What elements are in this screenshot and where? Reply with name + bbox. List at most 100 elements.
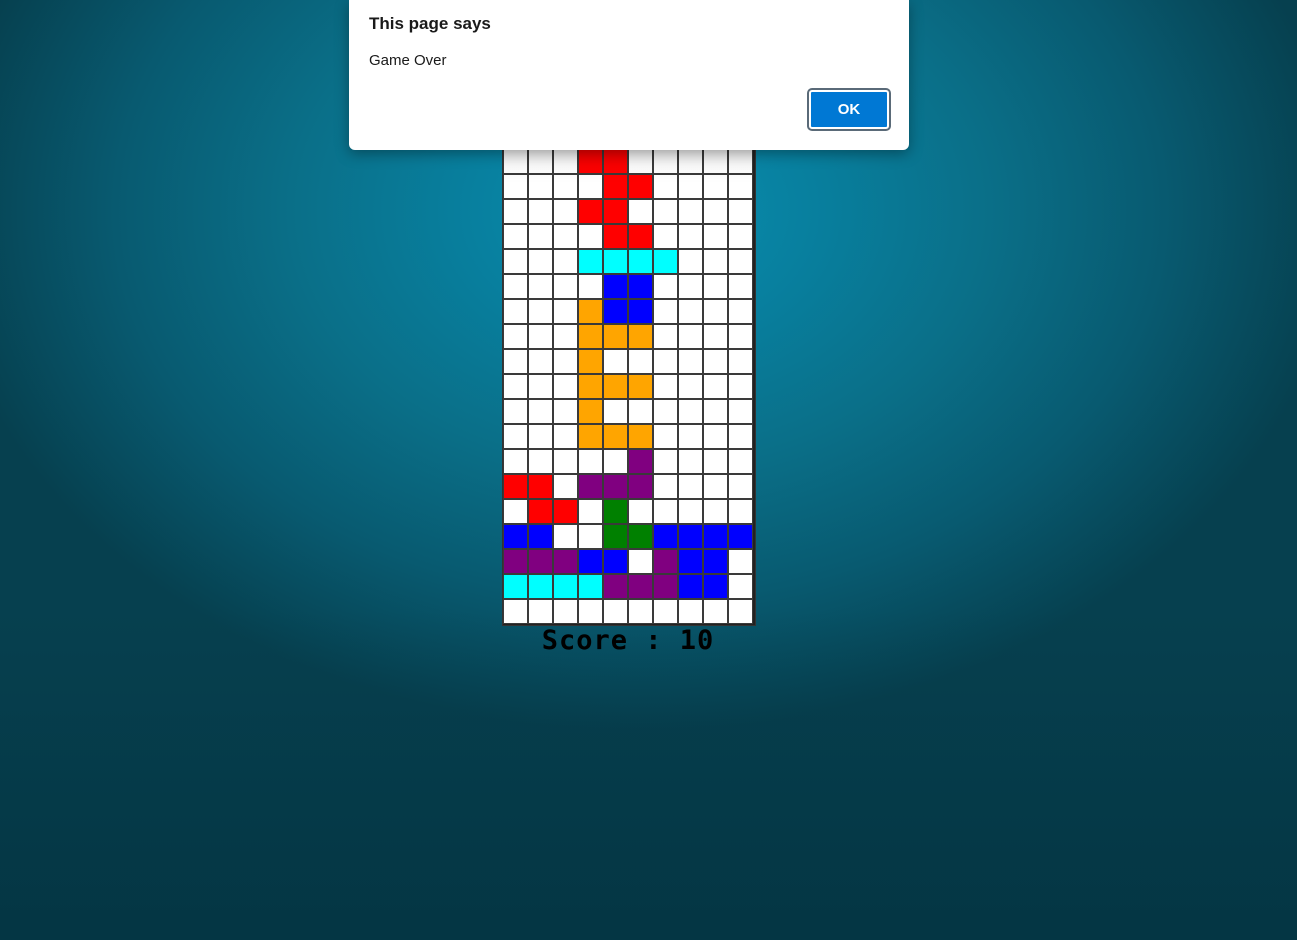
empty-cell: [578, 224, 603, 249]
empty-cell: [703, 224, 728, 249]
empty-cell: [578, 449, 603, 474]
empty-cell: [703, 174, 728, 199]
empty-cell: [678, 374, 703, 399]
empty-cell: [678, 149, 703, 174]
block-cell: [578, 199, 603, 224]
empty-cell: [528, 199, 553, 224]
block-cell: [653, 249, 678, 274]
empty-cell: [503, 449, 528, 474]
empty-cell: [678, 324, 703, 349]
block-cell: [728, 524, 753, 549]
empty-cell: [603, 599, 628, 624]
empty-cell: [528, 249, 553, 274]
block-cell: [603, 199, 628, 224]
block-cell: [603, 324, 628, 349]
empty-cell: [678, 299, 703, 324]
block-cell: [628, 224, 653, 249]
dialog-message: Game Over: [369, 52, 447, 69]
empty-cell: [578, 499, 603, 524]
empty-cell: [728, 499, 753, 524]
empty-cell: [553, 299, 578, 324]
block-cell: [628, 299, 653, 324]
empty-cell: [603, 349, 628, 374]
empty-cell: [628, 599, 653, 624]
block-cell: [628, 474, 653, 499]
empty-cell: [678, 424, 703, 449]
empty-cell: [653, 399, 678, 424]
empty-cell: [528, 324, 553, 349]
block-cell: [603, 524, 628, 549]
block-cell: [578, 549, 603, 574]
empty-cell: [553, 374, 578, 399]
empty-cell: [553, 349, 578, 374]
block-cell: [603, 299, 628, 324]
empty-cell: [553, 249, 578, 274]
empty-cell: [653, 174, 678, 199]
empty-cell: [703, 599, 728, 624]
empty-cell: [553, 224, 578, 249]
empty-cell: [728, 399, 753, 424]
empty-cell: [528, 174, 553, 199]
empty-cell: [503, 499, 528, 524]
block-cell: [628, 424, 653, 449]
empty-cell: [628, 349, 653, 374]
empty-cell: [678, 249, 703, 274]
empty-cell: [728, 324, 753, 349]
empty-cell: [728, 374, 753, 399]
block-cell: [553, 499, 578, 524]
dialog-title: This page says: [369, 14, 491, 33]
empty-cell: [528, 374, 553, 399]
empty-cell: [653, 374, 678, 399]
empty-cell: [653, 324, 678, 349]
empty-cell: [553, 399, 578, 424]
block-cell: [578, 424, 603, 449]
block-cell: [653, 574, 678, 599]
block-cell: [603, 224, 628, 249]
block-cell: [603, 374, 628, 399]
empty-cell: [703, 274, 728, 299]
empty-cell: [503, 424, 528, 449]
empty-cell: [703, 449, 728, 474]
block-cell: [703, 549, 728, 574]
empty-cell: [628, 499, 653, 524]
empty-cell: [678, 274, 703, 299]
empty-cell: [528, 224, 553, 249]
block-cell: [528, 499, 553, 524]
empty-cell: [703, 199, 728, 224]
empty-cell: [528, 399, 553, 424]
empty-cell: [553, 149, 578, 174]
empty-cell: [703, 474, 728, 499]
block-cell: [628, 524, 653, 549]
empty-cell: [553, 599, 578, 624]
empty-cell: [578, 174, 603, 199]
empty-cell: [553, 324, 578, 349]
empty-cell: [528, 299, 553, 324]
empty-cell: [653, 224, 678, 249]
block-cell: [603, 249, 628, 274]
empty-cell: [728, 599, 753, 624]
empty-cell: [503, 274, 528, 299]
block-cell: [503, 524, 528, 549]
empty-cell: [503, 224, 528, 249]
ok-button[interactable]: OK: [807, 88, 891, 131]
empty-cell: [728, 449, 753, 474]
empty-cell: [503, 199, 528, 224]
empty-cell: [628, 549, 653, 574]
block-cell: [578, 399, 603, 424]
empty-cell: [553, 474, 578, 499]
empty-cell: [703, 149, 728, 174]
empty-cell: [553, 199, 578, 224]
block-cell: [703, 574, 728, 599]
empty-cell: [728, 199, 753, 224]
block-cell: [603, 474, 628, 499]
empty-cell: [728, 249, 753, 274]
alert-dialog: This page says Game Over OK: [349, 0, 909, 150]
tetris-board: [502, 123, 756, 626]
block-cell: [503, 574, 528, 599]
block-cell: [603, 574, 628, 599]
empty-cell: [528, 449, 553, 474]
empty-cell: [728, 424, 753, 449]
empty-cell: [503, 349, 528, 374]
block-cell: [578, 299, 603, 324]
empty-cell: [728, 174, 753, 199]
